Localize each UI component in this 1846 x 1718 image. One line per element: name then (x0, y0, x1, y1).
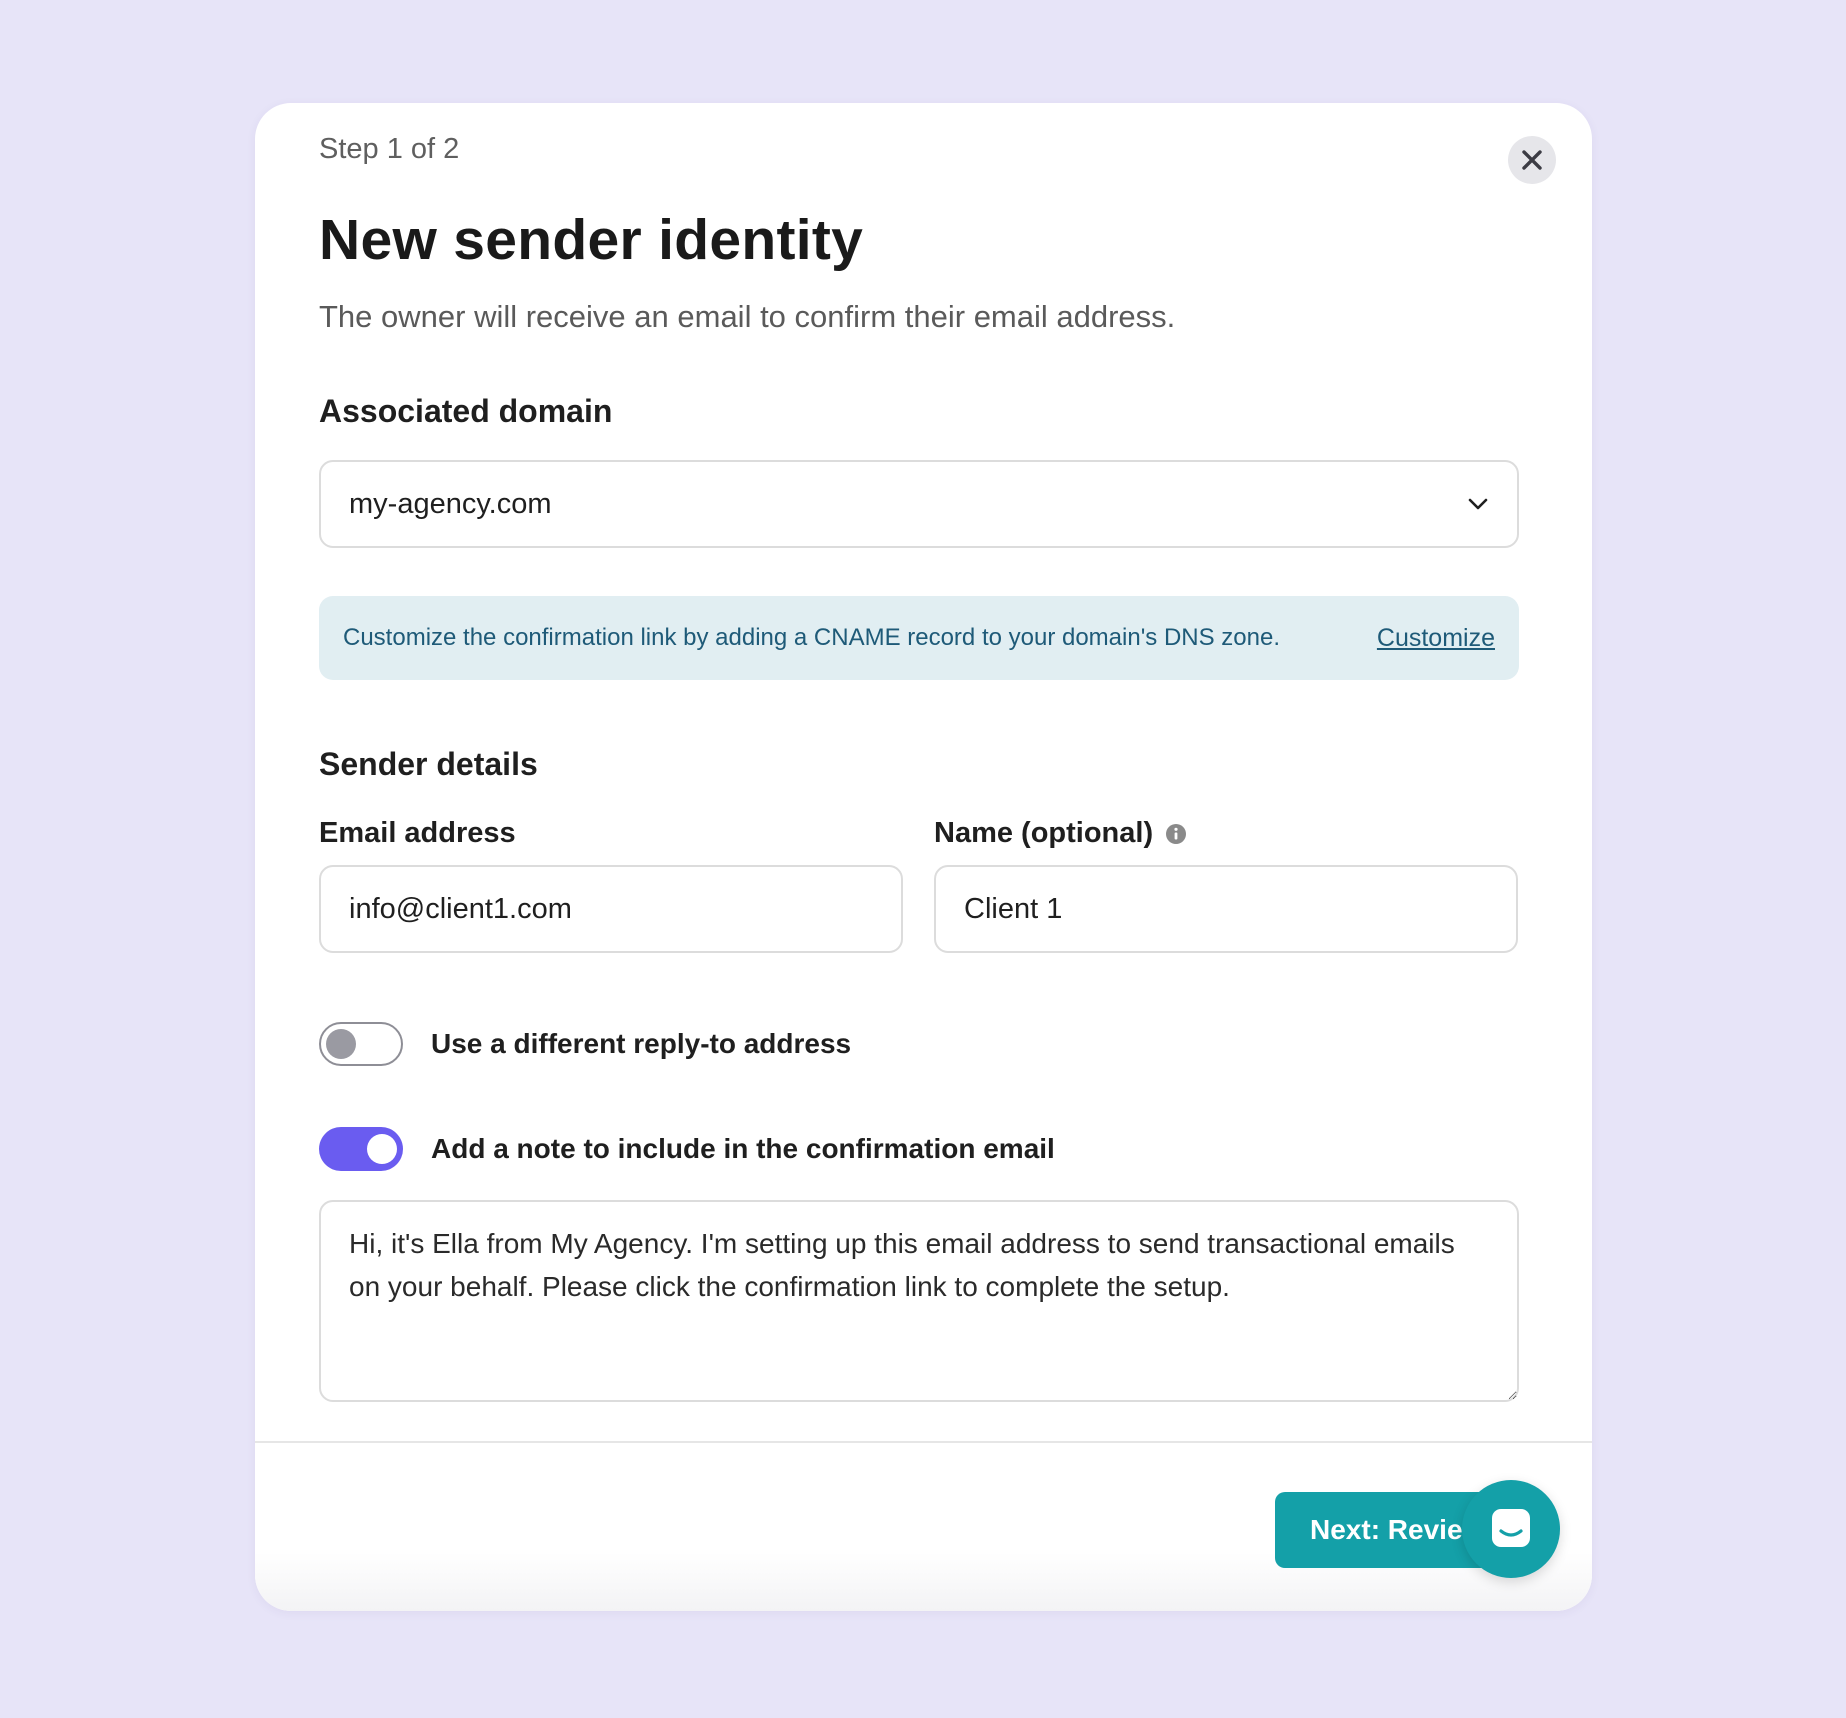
sender-details-heading: Sender details (319, 746, 538, 782)
domain-select[interactable]: my-agency.com (319, 460, 1519, 548)
chevron-down-icon (1468, 498, 1488, 510)
close-icon (1522, 150, 1542, 170)
toggle-knob (326, 1029, 356, 1059)
domain-select-value: my-agency.com (349, 487, 552, 520)
sender-identity-modal: Step 1 of 2 New sender identity The owne… (255, 103, 1592, 1611)
toggle-knob (367, 1134, 397, 1164)
cname-info-text: Customize the confirmation link by addin… (343, 624, 1280, 651)
step-indicator: Step 1 of 2 (319, 133, 460, 165)
close-button[interactable] (1508, 136, 1556, 184)
note-toggle-label: Add a note to include in the confirmatio… (431, 1133, 1055, 1164)
email-address-label-text: Email address (319, 817, 516, 849)
page-subtitle: The owner will receive an email to confi… (319, 299, 1176, 334)
chat-icon (1492, 1509, 1530, 1547)
customize-link[interactable]: Customize (1377, 624, 1495, 653)
reply-to-toggle[interactable] (319, 1022, 403, 1066)
cname-info-banner: Customize the confirmation link by addin… (319, 596, 1519, 680)
reply-to-toggle-row: Use a different reply-to address (319, 1022, 851, 1066)
name-input[interactable] (934, 865, 1518, 953)
email-address-input[interactable] (319, 865, 903, 953)
page-title: New sender identity (319, 208, 864, 272)
note-toggle[interactable] (319, 1127, 403, 1171)
reply-to-toggle-label: Use a different reply-to address (431, 1028, 852, 1059)
chat-widget-button[interactable] (1462, 1480, 1560, 1578)
email-address-label: Email address (319, 817, 516, 850)
name-label: Name (optional) (934, 817, 1187, 850)
associated-domain-label: Associated domain (319, 393, 613, 429)
info-icon[interactable] (1165, 823, 1187, 845)
note-toggle-row: Add a note to include in the confirmatio… (319, 1127, 1055, 1171)
name-label-text: Name (optional) (934, 817, 1154, 849)
confirmation-note-textarea[interactable]: Hi, it's Ella from My Agency. I'm settin… (319, 1200, 1519, 1402)
